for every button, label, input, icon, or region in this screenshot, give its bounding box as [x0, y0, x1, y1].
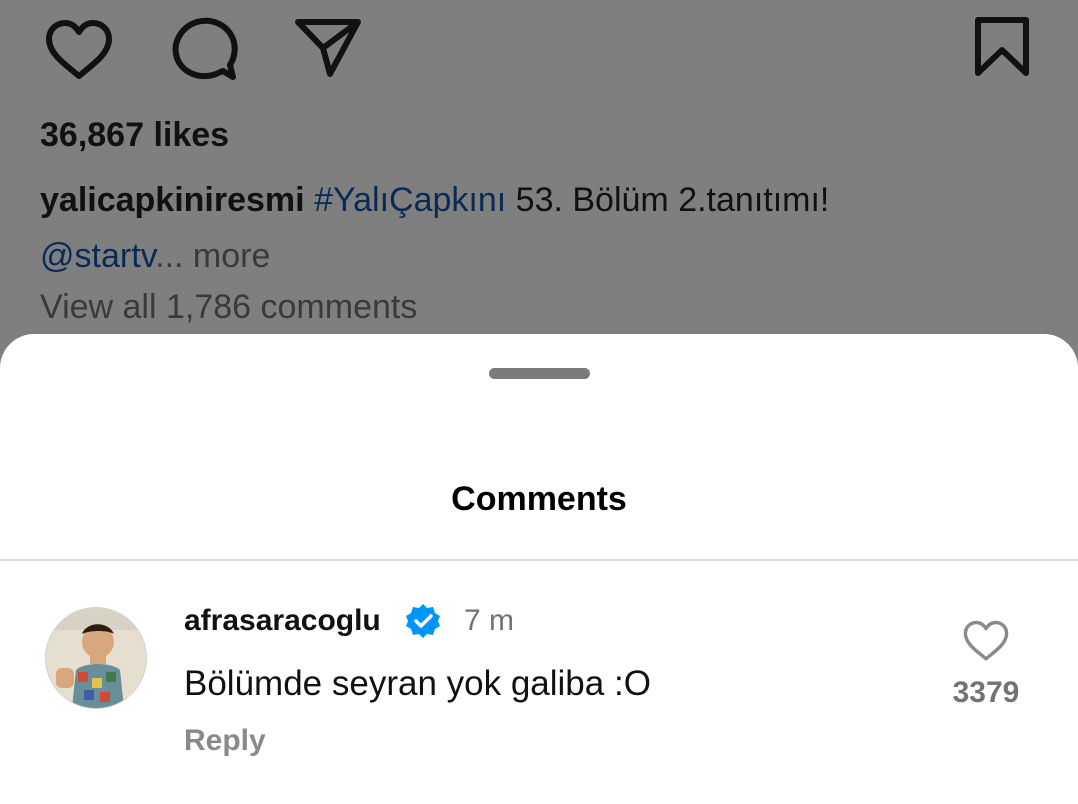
divider: [0, 559, 1078, 561]
comment-text: Bölümde seyran yok galiba :O: [184, 664, 651, 703]
comment-like-count: 3379: [952, 676, 1020, 709]
drag-handle[interactable]: [489, 368, 590, 379]
post-caption: yalicapkiniresmi #YalıÇapkını 53. Bölüm …: [40, 172, 1040, 284]
comment-like-heart-icon[interactable]: [962, 620, 1010, 662]
share-icon[interactable]: [294, 16, 362, 78]
caption-more-link[interactable]: more: [183, 237, 270, 275]
caption-ellipsis: ...: [155, 237, 184, 275]
heart-icon[interactable]: [44, 20, 114, 80]
comment-username[interactable]: afrasaracoglu: [184, 604, 381, 638]
verified-badge-icon: [406, 604, 440, 638]
reply-button[interactable]: Reply: [184, 724, 266, 758]
avatar-image: [46, 608, 146, 708]
caption-username[interactable]: yalicapkiniresmi: [40, 181, 305, 219]
caption-text: 53. Bölüm 2.tanıtımı!: [506, 181, 830, 219]
comments-sheet: Comments afrasaracoglu 7 m Bölümde seyra…: [0, 334, 1078, 804]
avatar[interactable]: [45, 607, 147, 709]
likes-count[interactable]: 36,867 likes: [40, 116, 229, 155]
bookmark-icon[interactable]: [974, 16, 1030, 78]
sheet-title: Comments: [451, 480, 627, 518]
caption-hashtag[interactable]: #YalıÇapkını: [314, 181, 506, 219]
comment-icon[interactable]: [170, 17, 238, 81]
view-all-comments-link[interactable]: View all 1,786 comments: [40, 288, 417, 327]
post-area: 36,867 likes yalicapkiniresmi #YalıÇapkı…: [0, 0, 1078, 360]
caption-mention[interactable]: @startv: [40, 237, 155, 275]
comment-time: 7 m: [464, 604, 515, 637]
